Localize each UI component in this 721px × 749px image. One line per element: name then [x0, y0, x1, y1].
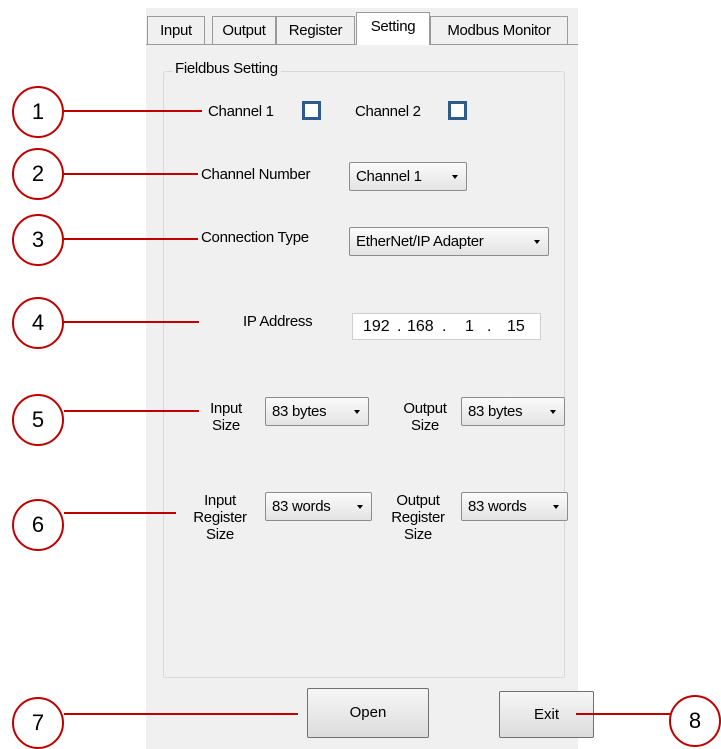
callout-6: 6	[12, 499, 64, 551]
callout-line-8	[576, 713, 677, 715]
input-size-select[interactable]: 83 bytes	[265, 397, 369, 426]
output-register-size-label-line3: Size	[404, 526, 432, 543]
callout-line-2	[64, 173, 198, 175]
callout-1: 1	[12, 86, 64, 138]
input-size-label-line1: Input	[210, 400, 242, 417]
tab-register[interactable]: Register	[276, 16, 355, 44]
callout-line-7	[64, 713, 298, 715]
output-size-label-line2: Size	[411, 417, 439, 434]
ip-octet-4[interactable]: 15	[507, 314, 525, 339]
output-size-label-line1: Output	[403, 400, 447, 417]
input-register-size-label-line3: Size	[206, 526, 234, 543]
channel2-checkbox[interactable]	[448, 101, 467, 120]
input-register-size-label-line2: Register	[193, 509, 247, 526]
output-register-size-select[interactable]: 83 words	[461, 492, 568, 521]
input-register-size-label-line1: Input	[204, 492, 236, 509]
callout-line-4	[64, 321, 199, 323]
channel-number-label: Channel Number	[201, 166, 311, 183]
tab-modbus-monitor[interactable]: Modbus Monitor	[430, 16, 568, 44]
callout-2: 2	[12, 148, 64, 200]
channel-number-value: Channel 1	[356, 168, 422, 185]
callout-line-5	[64, 410, 199, 412]
ip-dot-1: .	[397, 318, 402, 335]
chevron-down-icon	[357, 505, 363, 509]
tab-output[interactable]: Output	[212, 16, 276, 44]
ip-dot-3: .	[487, 318, 492, 335]
ip-octet-3[interactable]: 1	[465, 314, 474, 339]
ip-dot-2: .	[442, 318, 447, 335]
input-register-size-select[interactable]: 83 words	[265, 492, 372, 521]
open-button[interactable]: Open	[307, 688, 429, 738]
callout-line-6	[64, 512, 176, 514]
output-register-size-label-line1: Output	[396, 492, 440, 509]
input-register-size-value: 83 words	[272, 498, 331, 515]
callout-7: 7	[12, 697, 64, 749]
channel2-label: Channel 2	[355, 103, 421, 120]
ip-address-label: IP Address	[243, 313, 313, 330]
ip-octet-2[interactable]: 168	[407, 314, 434, 339]
callout-4: 4	[12, 297, 64, 349]
channel1-checkbox[interactable]	[302, 101, 321, 120]
callout-8: 8	[669, 695, 721, 747]
ip-octet-1[interactable]: 192	[363, 314, 390, 339]
input-size-label-line2: Size	[212, 417, 240, 434]
chevron-down-icon	[534, 240, 540, 244]
channel-number-select[interactable]: Channel 1	[349, 162, 467, 191]
output-register-size-label-line2: Register	[391, 509, 445, 526]
tab-setting[interactable]: Setting	[356, 12, 430, 45]
output-size-label: Output Size	[393, 400, 457, 434]
connection-type-select[interactable]: EtherNet/IP Adapter	[349, 227, 549, 256]
input-size-label: Input Size	[196, 400, 256, 434]
output-register-size-value: 83 words	[468, 498, 527, 515]
output-size-value: 83 bytes	[468, 403, 523, 420]
connection-type-value: EtherNet/IP Adapter	[356, 233, 484, 250]
input-register-size-label: Input Register Size	[180, 492, 260, 543]
connection-type-label: Connection Type	[201, 229, 309, 246]
chevron-down-icon	[550, 410, 556, 414]
ip-address-input[interactable]: 192 . 168 . 1 . 15	[352, 313, 541, 340]
callout-5: 5	[12, 394, 64, 446]
channel1-label: Channel 1	[208, 103, 274, 120]
chevron-down-icon	[452, 175, 458, 179]
chevron-down-icon	[553, 505, 559, 509]
output-register-size-label: Output Register Size	[378, 492, 458, 543]
callout-3: 3	[12, 214, 64, 266]
fieldbus-setting-title: Fieldbus Setting	[172, 60, 281, 77]
callout-line-1	[64, 110, 202, 112]
chevron-down-icon	[354, 410, 360, 414]
callout-line-3	[64, 238, 198, 240]
output-size-select[interactable]: 83 bytes	[461, 397, 565, 426]
input-size-value: 83 bytes	[272, 403, 327, 420]
tab-input[interactable]: Input	[147, 16, 205, 44]
